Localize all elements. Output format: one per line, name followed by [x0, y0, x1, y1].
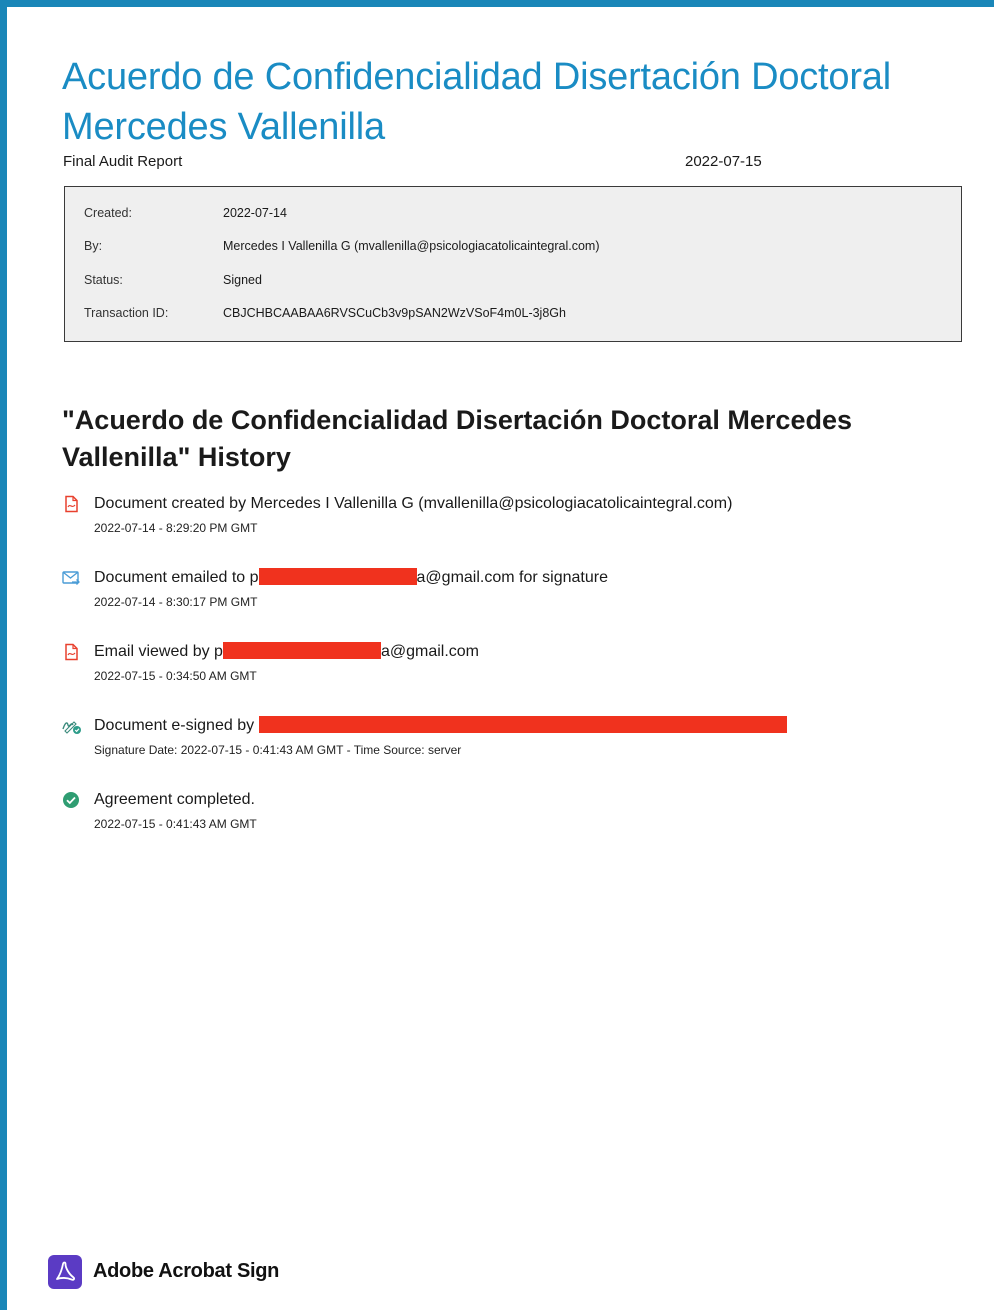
info-value: 2022-07-14 — [223, 206, 287, 220]
history-title: "Acuerdo de Confidencialidad Disertación… — [62, 405, 852, 472]
report-label: Final Audit Report — [63, 153, 183, 170]
info-row-created: Created: 2022-07-14 — [65, 206, 961, 240]
info-value: CBJCHBCAABAA6RVSCuCb3v9pSAN2WzVSoF4m0L-3… — [223, 306, 566, 320]
event-timestamp: 2022-07-14 - 8:29:20 PM GMT — [94, 521, 258, 535]
event-timestamp: 2022-07-14 - 8:30:17 PM GMT — [94, 595, 258, 609]
redaction-bar — [258, 716, 787, 733]
frame-left-border — [0, 0, 7, 1310]
event-text: Email viewed by p a@gmail.com — [94, 642, 479, 660]
info-box: Created: 2022-07-14 By: Mercedes I Valle… — [64, 186, 962, 342]
info-key: Transaction ID: — [84, 306, 169, 320]
document-icon — [62, 495, 80, 513]
event-timestamp: 2022-07-15 - 0:34:50 AM GMT — [94, 669, 257, 683]
info-key: Created: — [84, 206, 132, 220]
event-signature-detail: Signature Date: 2022-07-15 - 0:41:43 AM … — [94, 743, 462, 757]
info-row-by: By: Mercedes I Vallenilla G (mvallenilla… — [65, 239, 961, 273]
info-key: By: — [84, 239, 103, 253]
redaction-bar — [222, 642, 381, 659]
info-row-transaction-id: Transaction ID: CBJCHBCAABAA6RVSCuCb3v9p… — [65, 306, 961, 340]
event-text: Document created by Mercedes I Vallenill… — [94, 495, 733, 512]
frame-top-border — [0, 0, 994, 7]
email-icon — [62, 569, 80, 587]
document-icon — [62, 643, 80, 661]
info-row-status: Status: Signed — [65, 273, 961, 307]
brand-name: Adobe Acrobat Sign — [93, 1260, 280, 1282]
document-title: Acuerdo de Confidencialidad Disertación … — [62, 56, 891, 148]
acrobat-logo-icon — [48, 1255, 82, 1289]
event-timestamp: 2022-07-15 - 0:41:43 AM GMT — [94, 817, 257, 831]
info-value: Mercedes I Vallenilla G (mvallenilla@psi… — [223, 239, 600, 253]
info-key: Status: — [84, 273, 123, 287]
event-text: Agreement completed. — [94, 791, 255, 808]
event-text: Document emailed to p a@gmail.com for sig… — [94, 568, 608, 586]
check-circle-icon — [62, 791, 80, 809]
redaction-bar — [258, 568, 417, 585]
event-text: Document e-signed by — [94, 716, 787, 736]
report-date: 2022-07-15 — [685, 153, 762, 170]
info-value: Signed — [223, 273, 262, 287]
signature-icon — [62, 717, 81, 735]
